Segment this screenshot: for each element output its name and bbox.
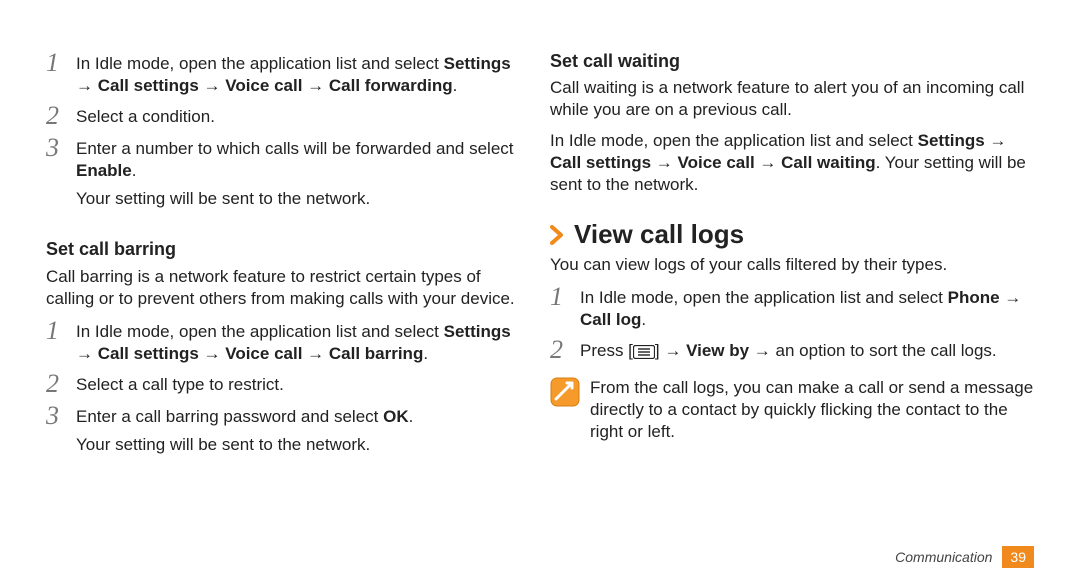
page-number: 39 bbox=[1002, 546, 1034, 568]
list-item: 2 Select a call type to restrict. bbox=[46, 371, 530, 397]
step-body: Enter a call barring password and select… bbox=[76, 403, 530, 464]
list-item: 1 In Idle mode, open the application lis… bbox=[46, 318, 530, 365]
step-number: 1 bbox=[46, 50, 66, 76]
step-body: In Idle mode, open the application list … bbox=[76, 318, 530, 365]
step-body: In Idle mode, open the application list … bbox=[580, 284, 1034, 331]
list-item: 1 In Idle mode, open the application lis… bbox=[550, 284, 1034, 331]
waiting-body: In Idle mode, open the application list … bbox=[550, 130, 1034, 196]
text: Press [ bbox=[580, 341, 633, 360]
left-column: 1 In Idle mode, open the application lis… bbox=[46, 50, 530, 566]
logs-steps: 1 In Idle mode, open the application lis… bbox=[550, 284, 1034, 371]
step-body: Select a call type to restrict. bbox=[76, 371, 530, 396]
logs-intro: You can view logs of your calls filtered… bbox=[550, 254, 1034, 276]
bold-word: Enable bbox=[76, 161, 132, 180]
text: . bbox=[132, 161, 137, 180]
heading-call-waiting: Set call waiting bbox=[550, 50, 1034, 73]
text: In Idle mode, open the application list … bbox=[76, 322, 444, 341]
note-block: From the call logs, you can make a call … bbox=[550, 377, 1034, 443]
barring-steps: 1 In Idle mode, open the application lis… bbox=[46, 318, 530, 470]
list-item: 3 Enter a number to which calls will be … bbox=[46, 135, 530, 218]
text: . bbox=[453, 76, 458, 95]
waiting-intro: Call waiting is a network feature to ale… bbox=[550, 77, 1034, 121]
forwarding-steps: 1 In Idle mode, open the application lis… bbox=[46, 50, 530, 224]
step-body: Press [ ] → View by → an option to sort t… bbox=[580, 337, 1034, 365]
step-number: 2 bbox=[46, 103, 66, 129]
heading-call-barring: Set call barring bbox=[46, 238, 530, 261]
list-item: 3 Enter a call barring password and sele… bbox=[46, 403, 530, 464]
step-number: 1 bbox=[550, 284, 570, 310]
text: . bbox=[409, 407, 414, 426]
text: Enter a call barring password and select bbox=[76, 407, 383, 426]
text: . bbox=[423, 344, 428, 363]
list-item: 2 Select a condition. bbox=[46, 103, 530, 129]
step-number: 3 bbox=[46, 135, 66, 161]
menu-key-icon bbox=[633, 343, 655, 365]
text: → an option to sort the call logs. bbox=[749, 341, 997, 360]
list-item: 1 In Idle mode, open the application lis… bbox=[46, 50, 530, 97]
step-number: 3 bbox=[46, 403, 66, 429]
chevron-right-icon bbox=[550, 225, 564, 245]
step-number: 2 bbox=[46, 371, 66, 397]
right-column: Set call waiting Call waiting is a netwo… bbox=[550, 50, 1034, 566]
step-after: Your setting will be sent to the network… bbox=[76, 188, 530, 210]
step-number: 2 bbox=[550, 337, 570, 363]
text: . bbox=[641, 310, 646, 329]
step-body: In Idle mode, open the application list … bbox=[76, 50, 530, 97]
manual-page: 1 In Idle mode, open the application lis… bbox=[0, 0, 1080, 586]
text: ] → bbox=[655, 341, 686, 360]
step-number: 1 bbox=[46, 318, 66, 344]
barring-intro: Call barring is a network feature to res… bbox=[46, 266, 530, 310]
page-footer: Communication 39 bbox=[895, 546, 1034, 568]
section-heading-row: View call logs bbox=[550, 218, 1034, 252]
footer-section: Communication bbox=[895, 548, 992, 566]
bold-word: OK bbox=[383, 407, 409, 426]
list-item: 2 Press [ ] → View by → an option to sort… bbox=[550, 337, 1034, 365]
bold-word: View by bbox=[686, 341, 749, 360]
text: In Idle mode, open the application list … bbox=[580, 288, 948, 307]
text: Enter a number to which calls will be fo… bbox=[76, 139, 514, 158]
step-body: Select a condition. bbox=[76, 103, 530, 128]
heading-view-call-logs: View call logs bbox=[574, 218, 744, 252]
step-body: Enter a number to which calls will be fo… bbox=[76, 135, 530, 218]
note-text: From the call logs, you can make a call … bbox=[590, 377, 1034, 443]
text: In Idle mode, open the application list … bbox=[550, 131, 918, 150]
text: In Idle mode, open the application list … bbox=[76, 54, 444, 73]
step-after: Your setting will be sent to the network… bbox=[76, 434, 530, 456]
note-icon bbox=[550, 377, 580, 407]
